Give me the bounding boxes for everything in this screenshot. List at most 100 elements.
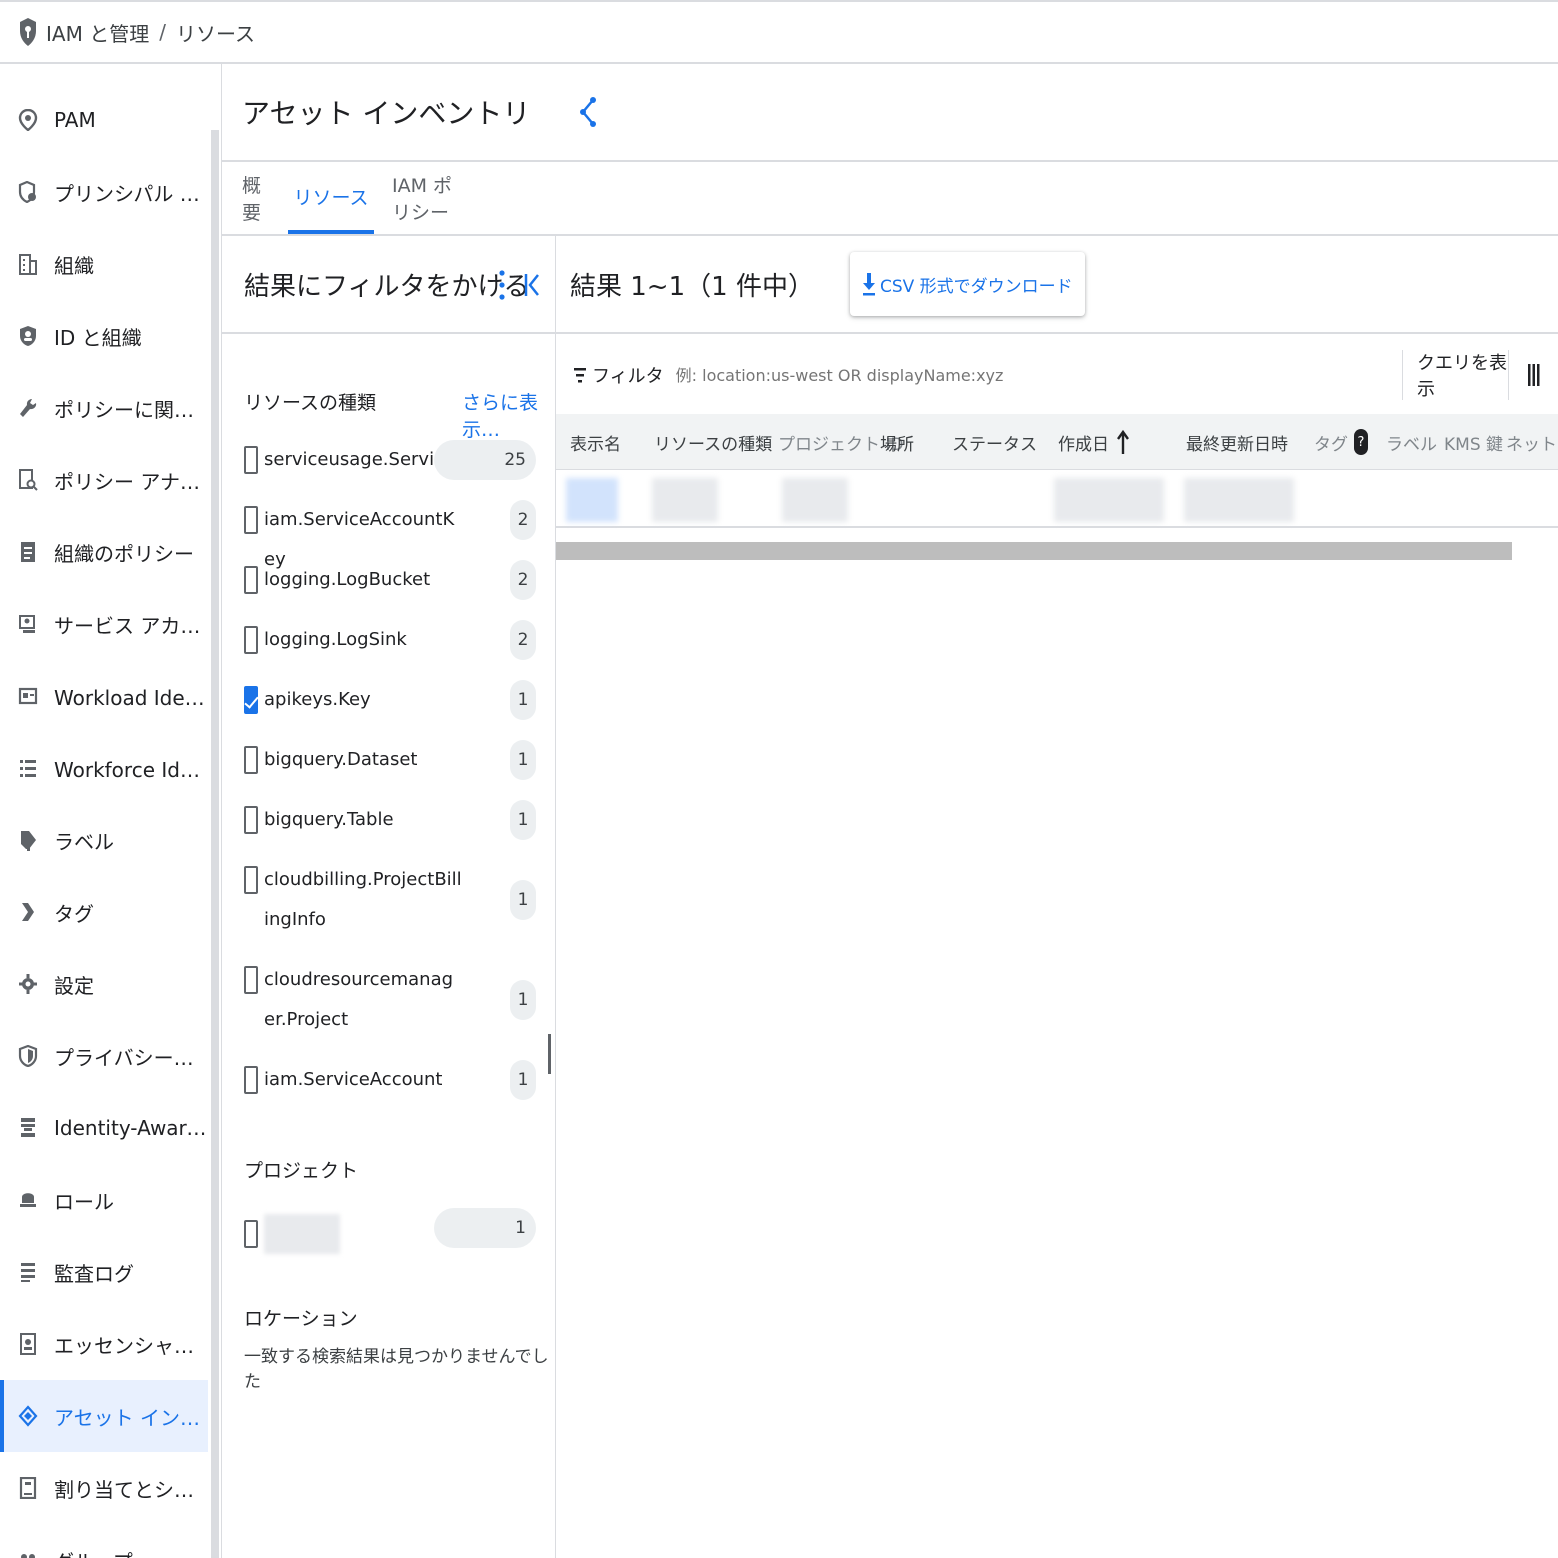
table-header: 表示名 リソースの種類 プロジェクト ID 場所 ステータス 作成日 最終更新日… [556, 414, 1558, 470]
col-location[interactable]: 場所 [880, 414, 914, 470]
col-resource-type[interactable]: リソースの種類 [654, 414, 772, 470]
checkbox[interactable] [244, 506, 258, 534]
facet-label: apikeys.Key [264, 689, 371, 710]
breadcrumb-section[interactable]: IAM と管理 [46, 18, 149, 47]
resource-type-facet-row[interactable]: cloudbilling.ProjectBillingInfo 1 [244, 866, 536, 940]
resource-type-facet-row[interactable]: bigquery.Dataset 1 [244, 740, 536, 780]
csv-download-button[interactable]: CSV 形式でダウンロード [849, 252, 1085, 316]
resource-type-facet-row[interactable]: bigquery.Table 1 [244, 800, 536, 840]
resource-type-facet-row[interactable]: iam.ServiceAccount 1 [244, 1060, 536, 1100]
sidebar-item[interactable]: タグ [0, 876, 208, 948]
audit-list-icon [18, 1260, 38, 1284]
tag-arrow-icon [18, 900, 38, 924]
col-display-name[interactable]: 表示名 [570, 414, 621, 470]
tab-resources[interactable]: リソース [288, 162, 374, 234]
sidebar-item[interactable]: プライバシーとセキュ… [0, 1020, 208, 1092]
sidebar-item-label: Workforce Identity の連… [54, 757, 208, 782]
col-status[interactable]: ステータス [952, 414, 1037, 470]
facet-count-badge: 2 [510, 560, 536, 600]
share-icon[interactable] [578, 95, 598, 129]
sidebar-item[interactable]: ポリシー アナライザ [0, 444, 208, 516]
checkbox[interactable] [244, 746, 258, 774]
location-pin-icon [18, 108, 38, 132]
sidebar-item[interactable]: 組織のポリシー [0, 516, 208, 588]
page-header: アセット インベントリ [222, 64, 1558, 162]
sidebar-item[interactable]: アセット インベントリ [0, 1380, 208, 1452]
facet-count-badge: 1 [510, 880, 536, 920]
gear-icon [18, 972, 38, 996]
col-labels[interactable]: ラベル [1386, 414, 1437, 470]
checkbox[interactable] [244, 806, 258, 834]
shield-person-icon [18, 324, 38, 348]
redacted-display-name[interactable] [566, 478, 618, 522]
sidebar-item[interactable]: ロール [0, 1164, 208, 1236]
project-facet-row[interactable]: 1 [244, 1208, 536, 1254]
sidebar-item[interactable]: Workforce Identity の連… [0, 732, 208, 804]
quota-icon [18, 1476, 38, 1500]
col-network[interactable]: ネットワー [1506, 414, 1558, 470]
checkbox[interactable] [244, 446, 258, 474]
resource-type-facet-row[interactable]: cloudresourcemanager.Project 1 [244, 966, 536, 1040]
show-query-button[interactable]: クエリを表示 [1402, 350, 1508, 400]
show-more-link[interactable]: さらに表示… [462, 388, 555, 442]
sidebar-item-label: プリンシパル アクセス… [54, 181, 208, 206]
sidebar-item-label: ポリシーに関するトラ… [54, 397, 208, 422]
sidebar-item[interactable]: ポリシーに関するトラ… [0, 372, 208, 444]
filter-label: フィルタ [592, 366, 664, 387]
facet-label: cloudbilling.ProjectBillingInfo [264, 869, 462, 930]
sidebar-item[interactable]: グループ [0, 1524, 208, 1558]
resource-type-facet-row[interactable]: logging.LogBucket 2 [244, 560, 536, 600]
sort-arrow-up-icon[interactable] [1117, 429, 1129, 455]
sidebar-item[interactable]: ラベル [0, 804, 208, 876]
sidebar-item[interactable]: 組織 [0, 228, 208, 300]
facet-label: bigquery.Dataset [264, 749, 418, 770]
filter-list-icon [574, 368, 586, 383]
top-breadcrumb-bar: IAM と管理 / リソース [0, 0, 1558, 64]
table-row[interactable] [556, 470, 1558, 528]
facet-count-badge: 2 [510, 620, 536, 660]
sidebar-item[interactable]: PAM [0, 84, 208, 156]
filter-panel-title: 結果にフィルタをかける [244, 271, 530, 302]
resource-type-facet-row[interactable]: logging.LogSink 2 [244, 620, 536, 660]
col-kms-key[interactable]: KMS 鍵 [1444, 414, 1503, 470]
checkbox-checked[interactable] [244, 686, 258, 714]
checkbox[interactable] [244, 626, 258, 654]
checkbox[interactable] [244, 1066, 258, 1094]
resource-type-facet-row[interactable]: apikeys.Key 1 [244, 680, 536, 720]
tab-overview[interactable]: 概要 [242, 162, 272, 234]
facet-label: logging.LogSink [264, 629, 407, 650]
horizontal-scrollbar[interactable] [556, 542, 1512, 560]
sidebar-item-label: Identity-Aware Proxy [54, 1116, 208, 1140]
sidebar-item[interactable]: 設定 [0, 948, 208, 1020]
sidebar-item[interactable]: エッセンシャル コンタ… [0, 1308, 208, 1380]
more-vert-icon[interactable] [498, 268, 506, 302]
checkbox[interactable] [244, 866, 258, 894]
filter-input[interactable] [675, 365, 1176, 385]
project-checkbox[interactable] [244, 1220, 258, 1248]
checkbox[interactable] [244, 966, 258, 994]
resource-type-facet-row[interactable]: serviceusage.Service 25 [244, 440, 536, 480]
sidebar-item[interactable]: Identity-Aware Proxy [0, 1092, 208, 1164]
tab-iam-policy[interactable]: IAM ポリシー [392, 162, 464, 234]
sidebar-item[interactable]: 監査ログ [0, 1236, 208, 1308]
redacted-resource-type [652, 478, 718, 522]
col-created-date[interactable]: 作成日 [1058, 414, 1129, 470]
results-header: 結果 1~1（1 件中） CSV 形式でダウンロード [556, 236, 1558, 334]
collapse-panel-icon[interactable] [524, 272, 540, 298]
download-icon [862, 273, 875, 296]
checkbox[interactable] [244, 566, 258, 594]
sidebar-item[interactable]: プリンシパル アクセス… [0, 156, 208, 228]
column-display-button[interactable] [1508, 350, 1558, 400]
filter-panel-scrollbar[interactable] [548, 1034, 551, 1074]
col-last-updated[interactable]: 最終更新日時 [1186, 414, 1288, 470]
sidebar-item[interactable]: ID と組織 [0, 300, 208, 372]
sidebar-item[interactable]: Workload Identity 連携 [0, 660, 208, 732]
sidebar-item-label: タグ [54, 901, 94, 926]
sidebar-item-label: サービス アカウント [54, 613, 208, 638]
sidebar-item-label: ポリシー アナライザ [54, 469, 208, 494]
sidebar-item[interactable]: サービス アカウント [0, 588, 208, 660]
col-tags[interactable]: タグ ? [1314, 414, 1368, 470]
help-icon[interactable]: ? [1354, 429, 1368, 455]
sidebar-item[interactable]: 割り当てとシステム上限 [0, 1452, 208, 1524]
sidebar-scrollbar[interactable] [211, 130, 219, 1558]
